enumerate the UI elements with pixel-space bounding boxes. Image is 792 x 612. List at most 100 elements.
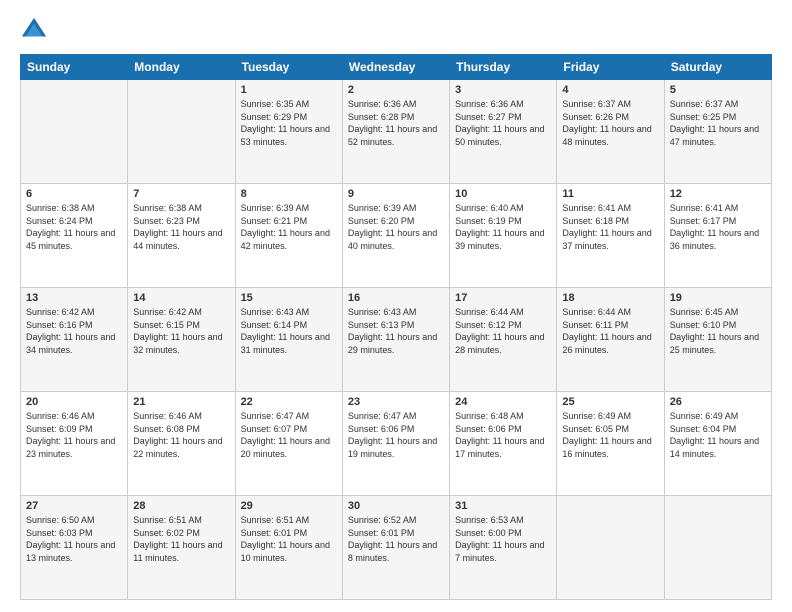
week-row-3: 13Sunrise: 6:42 AMSunset: 6:16 PMDayligh…: [21, 288, 772, 392]
day-info: Sunrise: 6:43 AMSunset: 6:13 PMDaylight:…: [348, 306, 444, 356]
calendar-cell: 3 Sunrise: 6:36 AMSunset: 6:27 PMDaylight…: [450, 80, 557, 184]
day-info: Sunrise: 6:35 AMSunset: 6:29 PMDaylight:…: [241, 98, 337, 148]
logo: [20, 16, 52, 44]
calendar-cell: 12 Sunrise: 6:41 AMSunset: 6:17 PMDayligh…: [664, 184, 771, 288]
calendar-cell: 21 Sunrise: 6:46 AMSunset: 6:08 PMDayligh…: [128, 392, 235, 496]
day-info: Sunrise: 6:44 AMSunset: 6:11 PMDaylight:…: [562, 306, 658, 356]
day-number: 4: [562, 84, 658, 96]
day-number: 22: [241, 396, 337, 408]
calendar-cell: 22 Sunrise: 6:47 AMSunset: 6:07 PMDayligh…: [235, 392, 342, 496]
day-info: Sunrise: 6:41 AMSunset: 6:18 PMDaylight:…: [562, 202, 658, 252]
calendar-cell: 5 Sunrise: 6:37 AMSunset: 6:25 PMDaylight…: [664, 80, 771, 184]
calendar-cell: [21, 80, 128, 184]
weekday-header-thursday: Thursday: [450, 55, 557, 80]
day-info: Sunrise: 6:51 AMSunset: 6:01 PMDaylight:…: [241, 514, 337, 564]
day-info: Sunrise: 6:45 AMSunset: 6:10 PMDaylight:…: [670, 306, 766, 356]
day-number: 14: [133, 292, 229, 304]
day-number: 3: [455, 84, 551, 96]
day-info: Sunrise: 6:49 AMSunset: 6:05 PMDaylight:…: [562, 410, 658, 460]
day-number: 18: [562, 292, 658, 304]
day-info: Sunrise: 6:52 AMSunset: 6:01 PMDaylight:…: [348, 514, 444, 564]
day-number: 29: [241, 500, 337, 512]
calendar-cell: 14 Sunrise: 6:42 AMSunset: 6:15 PMDayligh…: [128, 288, 235, 392]
day-number: 11: [562, 188, 658, 200]
calendar-cell: 30Sunrise: 6:52 AMSunset: 6:01 PMDayligh…: [342, 496, 449, 600]
day-info: Sunrise: 6:38 AMSunset: 6:24 PMDaylight:…: [26, 202, 122, 252]
calendar-table: SundayMondayTuesdayWednesdayThursdayFrid…: [20, 54, 772, 600]
day-info: Sunrise: 6:39 AMSunset: 6:21 PMDaylight:…: [241, 202, 337, 252]
weekday-header-wednesday: Wednesday: [342, 55, 449, 80]
day-info: Sunrise: 6:44 AMSunset: 6:12 PMDaylight:…: [455, 306, 551, 356]
calendar-cell: 28 Sunrise: 6:51 AMSunset: 6:02 PMDayligh…: [128, 496, 235, 600]
day-info: Sunrise: 6:37 AMSunset: 6:25 PMDaylight:…: [670, 98, 766, 148]
calendar-cell: 18 Sunrise: 6:44 AMSunset: 6:11 PMDayligh…: [557, 288, 664, 392]
day-number: 9: [348, 188, 444, 200]
calendar-cell: 11 Sunrise: 6:41 AMSunset: 6:18 PMDayligh…: [557, 184, 664, 288]
day-info: Sunrise: 6:43 AMSunset: 6:14 PMDaylight:…: [241, 306, 337, 356]
day-number: 12: [670, 188, 766, 200]
day-info: Sunrise: 6:38 AMSunset: 6:23 PMDaylight:…: [133, 202, 229, 252]
day-number: 24: [455, 396, 551, 408]
day-number: 25: [562, 396, 658, 408]
day-info: Sunrise: 6:51 AMSunset: 6:02 PMDaylight:…: [133, 514, 229, 564]
day-info: Sunrise: 6:36 AMSunset: 6:27 PMDaylight:…: [455, 98, 551, 148]
day-info: Sunrise: 6:53 AMSunset: 6:00 PMDaylight:…: [455, 514, 551, 564]
day-number: 28: [133, 500, 229, 512]
weekday-header-saturday: Saturday: [664, 55, 771, 80]
calendar-cell: 16Sunrise: 6:43 AMSunset: 6:13 PMDayligh…: [342, 288, 449, 392]
calendar-cell: 8 Sunrise: 6:39 AMSunset: 6:21 PMDaylight…: [235, 184, 342, 288]
calendar-cell: 26 Sunrise: 6:49 AMSunset: 6:04 PMDayligh…: [664, 392, 771, 496]
day-number: 5: [670, 84, 766, 96]
day-number: 6: [26, 188, 122, 200]
calendar-cell: 29 Sunrise: 6:51 AMSunset: 6:01 PMDayligh…: [235, 496, 342, 600]
week-row-2: 6 Sunrise: 6:38 AMSunset: 6:24 PMDaylight…: [21, 184, 772, 288]
calendar-cell: 2 Sunrise: 6:36 AMSunset: 6:28 PMDaylight…: [342, 80, 449, 184]
calendar-cell: 15 Sunrise: 6:43 AMSunset: 6:14 PMDayligh…: [235, 288, 342, 392]
weekday-header-monday: Monday: [128, 55, 235, 80]
day-number: 19: [670, 292, 766, 304]
day-info: Sunrise: 6:36 AMSunset: 6:28 PMDaylight:…: [348, 98, 444, 148]
day-info: Sunrise: 6:40 AMSunset: 6:19 PMDaylight:…: [455, 202, 551, 252]
day-number: 15: [241, 292, 337, 304]
day-number: 20: [26, 396, 122, 408]
calendar-cell: 9 Sunrise: 6:39 AMSunset: 6:20 PMDaylight…: [342, 184, 449, 288]
weekday-header-row: SundayMondayTuesdayWednesdayThursdayFrid…: [21, 55, 772, 80]
calendar-cell: 6 Sunrise: 6:38 AMSunset: 6:24 PMDaylight…: [21, 184, 128, 288]
day-number: 27: [26, 500, 122, 512]
calendar-cell: 27 Sunrise: 6:50 AMSunset: 6:03 PMDayligh…: [21, 496, 128, 600]
calendar-cell: 20 Sunrise: 6:46 AMSunset: 6:09 PMDayligh…: [21, 392, 128, 496]
day-number: 31: [455, 500, 551, 512]
calendar-cell: 19 Sunrise: 6:45 AMSunset: 6:10 PMDayligh…: [664, 288, 771, 392]
day-number: 1: [241, 84, 337, 96]
day-info: Sunrise: 6:50 AMSunset: 6:03 PMDaylight:…: [26, 514, 122, 564]
week-row-1: 1 Sunrise: 6:35 AMSunset: 6:29 PMDaylight…: [21, 80, 772, 184]
day-number: 26: [670, 396, 766, 408]
day-info: Sunrise: 6:41 AMSunset: 6:17 PMDaylight:…: [670, 202, 766, 252]
day-info: Sunrise: 6:46 AMSunset: 6:09 PMDaylight:…: [26, 410, 122, 460]
calendar-cell: 10 Sunrise: 6:40 AMSunset: 6:19 PMDayligh…: [450, 184, 557, 288]
day-info: Sunrise: 6:42 AMSunset: 6:15 PMDaylight:…: [133, 306, 229, 356]
day-info: Sunrise: 6:48 AMSunset: 6:06 PMDaylight:…: [455, 410, 551, 460]
day-number: 2: [348, 84, 444, 96]
day-number: 21: [133, 396, 229, 408]
day-number: 23: [348, 396, 444, 408]
day-info: Sunrise: 6:47 AMSunset: 6:07 PMDaylight:…: [241, 410, 337, 460]
day-info: Sunrise: 6:47 AMSunset: 6:06 PMDaylight:…: [348, 410, 444, 460]
calendar-cell: 25 Sunrise: 6:49 AMSunset: 6:05 PMDayligh…: [557, 392, 664, 496]
calendar-cell: [557, 496, 664, 600]
week-row-4: 20 Sunrise: 6:46 AMSunset: 6:09 PMDayligh…: [21, 392, 772, 496]
day-info: Sunrise: 6:39 AMSunset: 6:20 PMDaylight:…: [348, 202, 444, 252]
page: SundayMondayTuesdayWednesdayThursdayFrid…: [0, 0, 792, 612]
day-number: 8: [241, 188, 337, 200]
day-number: 7: [133, 188, 229, 200]
weekday-header-tuesday: Tuesday: [235, 55, 342, 80]
day-info: Sunrise: 6:49 AMSunset: 6:04 PMDaylight:…: [670, 410, 766, 460]
day-number: 17: [455, 292, 551, 304]
day-info: Sunrise: 6:42 AMSunset: 6:16 PMDaylight:…: [26, 306, 122, 356]
calendar-cell: 4Sunrise: 6:37 AMSunset: 6:26 PMDaylight…: [557, 80, 664, 184]
weekday-header-sunday: Sunday: [21, 55, 128, 80]
day-number: 10: [455, 188, 551, 200]
calendar-cell: 17 Sunrise: 6:44 AMSunset: 6:12 PMDayligh…: [450, 288, 557, 392]
day-info: Sunrise: 6:46 AMSunset: 6:08 PMDaylight:…: [133, 410, 229, 460]
calendar-cell: 31 Sunrise: 6:53 AMSunset: 6:00 PMDayligh…: [450, 496, 557, 600]
